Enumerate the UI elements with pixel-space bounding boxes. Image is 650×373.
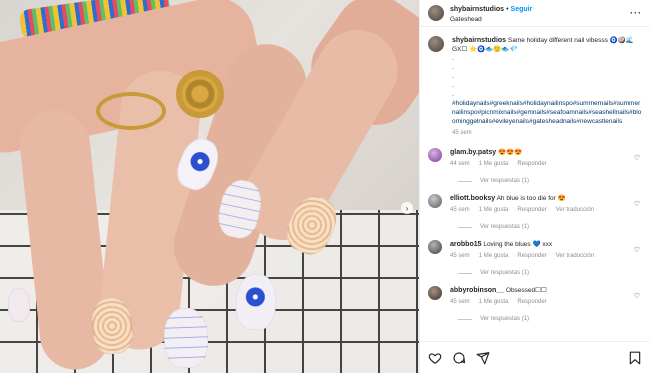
- username[interactable]: shybairnstudios: [450, 6, 504, 13]
- comment-text: Obsessed☐☐: [505, 287, 547, 294]
- location[interactable]: Gateshead: [450, 15, 532, 25]
- follow-button[interactable]: Seguir: [511, 6, 533, 13]
- view-replies[interactable]: Ver respuestas (1): [458, 224, 642, 230]
- heart-icon[interactable]: ♡: [634, 292, 640, 300]
- post-photo: ›: [0, 0, 419, 373]
- divider: [420, 26, 650, 27]
- gold-ring: [176, 70, 224, 118]
- caption-username[interactable]: shybairnstudios: [452, 37, 506, 44]
- comment-username[interactable]: arobbo15: [450, 241, 482, 248]
- comment-time: 45 sem: [450, 299, 470, 305]
- view-replies-label[interactable]: Ver respuestas (1): [480, 316, 529, 322]
- view-replies[interactable]: Ver respuestas (1): [458, 316, 642, 322]
- heart-icon[interactable]: [428, 351, 442, 365]
- translate-button[interactable]: Ver traducción: [556, 206, 594, 215]
- comment-username[interactable]: abbyrobinson__: [450, 287, 504, 294]
- caption-dot: .: [452, 64, 454, 71]
- comment-likes[interactable]: 1 Me gusta: [479, 160, 509, 169]
- comment-username[interactable]: elliott.booksy: [450, 195, 495, 202]
- comment-text: Ah blue is too die for 😍: [496, 195, 566, 202]
- comment-likes[interactable]: 1 Me gusta: [479, 298, 509, 307]
- reply-button[interactable]: Responder: [517, 206, 546, 215]
- separator-dot: •: [506, 6, 509, 13]
- avatar[interactable]: [428, 194, 442, 208]
- comment-username[interactable]: glam.by.patsy: [450, 149, 496, 156]
- comment-time: 44 sem: [450, 161, 470, 167]
- view-replies[interactable]: Ver respuestas (1): [458, 178, 642, 184]
- avatar[interactable]: [428, 240, 442, 254]
- plaid-nail: [162, 307, 210, 369]
- avatar[interactable]: [428, 286, 442, 300]
- comment-likes[interactable]: 1 Me gusta: [479, 252, 509, 261]
- caption-dot: .: [452, 91, 454, 98]
- gold-ring: [96, 92, 166, 130]
- avatar[interactable]: [428, 148, 442, 162]
- comment: glam.by.patsy 😍😍😍 44 sem 1 Me gusta Resp…: [428, 148, 642, 169]
- share-icon[interactable]: [476, 351, 490, 365]
- caption: shybairnstudios Same holiday different n…: [428, 36, 642, 138]
- reply-button[interactable]: Responder: [517, 160, 546, 169]
- nail: [8, 288, 30, 322]
- action-bar: [420, 341, 650, 373]
- post-panel: shybairnstudios • Seguir Gateshead ··· shy…: [419, 0, 650, 373]
- view-replies-label[interactable]: Ver respuestas (1): [480, 270, 529, 276]
- caption-dot: .: [452, 82, 454, 89]
- translate-button[interactable]: Ver traducción: [556, 252, 594, 261]
- reply-button[interactable]: Responder: [517, 252, 546, 261]
- comment: abbyrobinson__ Obsessed☐☐ 45 sem 1 Me gu…: [428, 286, 642, 307]
- comment-likes[interactable]: 1 Me gusta: [479, 206, 509, 215]
- comment-icon[interactable]: [452, 351, 466, 365]
- comment-text: Loving the blues 💙 xxx: [483, 241, 553, 248]
- heart-icon[interactable]: ♡: [634, 154, 640, 162]
- chevron-right-icon[interactable]: ›: [401, 202, 413, 214]
- caption-dot: .: [452, 55, 454, 62]
- hashtags[interactable]: #holidaynails#greeknails#holidaynailinsp…: [452, 99, 642, 126]
- comment-time: 45 sem: [450, 253, 470, 259]
- comment: arobbo15 Loving the blues 💙 xxx 45 sem 1…: [428, 240, 642, 261]
- reply-button[interactable]: Responder: [517, 298, 546, 307]
- heart-icon[interactable]: ♡: [634, 246, 640, 254]
- comment-time: 45 sem: [450, 207, 470, 213]
- post-time: 45 sem: [452, 130, 472, 136]
- heart-icon[interactable]: ♡: [634, 200, 640, 208]
- caption-dot: .: [452, 73, 454, 80]
- comments-list[interactable]: shybairnstudios Same holiday different n…: [420, 30, 650, 341]
- view-replies-label[interactable]: Ver respuestas (1): [480, 178, 529, 184]
- avatar[interactable]: [428, 36, 444, 52]
- post-header: shybairnstudios • Seguir Gateshead ···: [420, 0, 650, 26]
- bookmark-icon[interactable]: [628, 351, 642, 365]
- more-icon[interactable]: ···: [630, 8, 642, 18]
- view-replies[interactable]: Ver respuestas (1): [458, 270, 642, 276]
- comment-text: 😍😍😍: [497, 149, 523, 156]
- view-replies-label[interactable]: Ver respuestas (1): [480, 224, 529, 230]
- comment: elliott.booksy Ah blue is too die for 😍 …: [428, 194, 642, 215]
- avatar[interactable]: [428, 5, 444, 21]
